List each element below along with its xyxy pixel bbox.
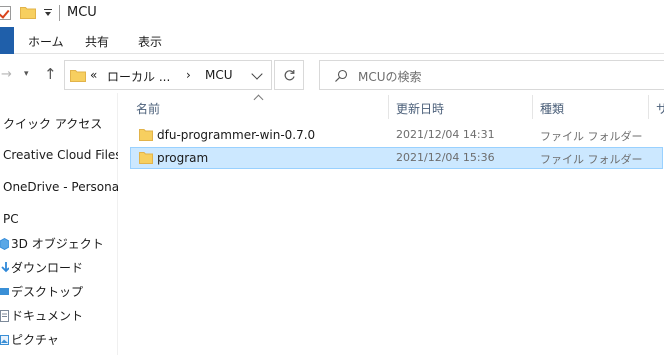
column-divider[interactable] [532, 95, 533, 119]
breadcrumb-local[interactable]: ローカル ... [107, 68, 170, 85]
folder-icon [139, 129, 153, 141]
nav-item-quick-access[interactable]: クイック アクセス [3, 115, 102, 132]
tab-file[interactable] [0, 27, 14, 54]
up-arrow-icon[interactable]: ↑ [44, 65, 57, 83]
search-box[interactable]: MCUの検索 [319, 60, 664, 90]
file-type: ファイル フォルダー [540, 130, 643, 143]
new-folder-icon[interactable] [20, 6, 36, 19]
tab-view[interactable]: 表示 [138, 33, 162, 50]
window-title: MCU [67, 5, 97, 20]
ribbon-tabs: ホーム 共有 表示 [0, 27, 664, 54]
refresh-icon [284, 70, 295, 81]
column-divider[interactable] [648, 95, 649, 119]
nav-item-pictures[interactable]: ピクチャ [0, 331, 59, 348]
nav-item-onedrive[interactable]: OneDrive - Personal [3, 180, 122, 194]
3d-objects-icon [0, 238, 9, 250]
nav-item-3d-objects-label: 3D オブジェクト [11, 237, 104, 251]
nav-item-desktop-label: デスクトップ [11, 285, 84, 299]
breadcrumb-separator-icon[interactable]: › [186, 68, 191, 82]
file-name: dfu-programmer-win-0.7.0 [157, 128, 316, 142]
nav-item-downloads-label: ダウンロード [11, 261, 84, 275]
pictures-icon [0, 335, 9, 345]
breadcrumb-mcu[interactable]: MCU [205, 68, 233, 82]
refresh-button[interactable] [274, 60, 304, 90]
navigation-pane: クイック アクセス Creative Cloud Files OneDrive … [0, 93, 122, 355]
nav-item-documents[interactable]: ドキュメント [0, 307, 83, 324]
download-icon [1, 262, 9, 273]
properties-check-icon[interactable] [0, 6, 11, 20]
tab-share[interactable]: 共有 [85, 33, 109, 50]
title-bar: MCU [0, 0, 664, 27]
tab-home[interactable]: ホーム [28, 33, 64, 50]
address-bar[interactable]: « ローカル ... › MCU [64, 60, 272, 90]
nav-item-pc[interactable]: PC [3, 212, 19, 226]
address-folder-icon [70, 70, 86, 82]
file-type: ファイル フォルダー [540, 153, 643, 166]
forward-arrow-icon[interactable]: → [1, 67, 12, 82]
nav-item-desktop[interactable]: デスクトップ [0, 283, 83, 300]
nav-item-pictures-label: ピクチャ [11, 333, 59, 347]
file-modified: 2021/12/04 15:36 [396, 151, 495, 164]
column-header-size[interactable]: サ [656, 100, 664, 117]
folder-icon [139, 152, 153, 164]
column-header-type[interactable]: 種類 [540, 100, 564, 117]
recent-locations-chevron-icon[interactable]: ▾ [24, 69, 29, 79]
nav-item-creative-cloud[interactable]: Creative Cloud Files [3, 148, 122, 162]
column-header-name[interactable]: 名前 [136, 100, 160, 117]
file-name: program [157, 151, 209, 165]
column-header-modified[interactable]: 更新日時 [396, 100, 444, 117]
sort-ascending-icon [253, 94, 264, 105]
desktop-icon [0, 288, 9, 295]
nav-item-documents-label: ドキュメント [11, 309, 84, 323]
table-row[interactable]: dfu-programmer-win-0.7.0 2021/12/04 14:3… [130, 124, 663, 146]
file-modified: 2021/12/04 14:31 [396, 128, 495, 141]
file-list: 名前 更新日時 種類 サ dfu-programmer-win-0.7.0 20… [118, 93, 664, 355]
navigation-bar: → ▾ ↑ « ローカル ... › MCU MCUの検索 [0, 55, 664, 93]
customize-quick-access-dropdown-icon[interactable] [44, 8, 52, 18]
address-dropdown-chevron-icon[interactable] [251, 68, 263, 80]
title-divider [59, 5, 60, 21]
address-overflow-icon[interactable]: « [90, 68, 97, 82]
documents-icon [0, 310, 9, 322]
search-icon [335, 69, 348, 82]
nav-item-downloads[interactable]: ダウンロード [0, 259, 83, 276]
nav-item-3d-objects[interactable]: 3D オブジェクト [0, 235, 104, 252]
table-row-selected[interactable]: program 2021/12/04 15:36 ファイル フォルダー [130, 147, 663, 169]
column-divider[interactable] [388, 95, 389, 119]
search-placeholder: MCUの検索 [358, 70, 422, 84]
